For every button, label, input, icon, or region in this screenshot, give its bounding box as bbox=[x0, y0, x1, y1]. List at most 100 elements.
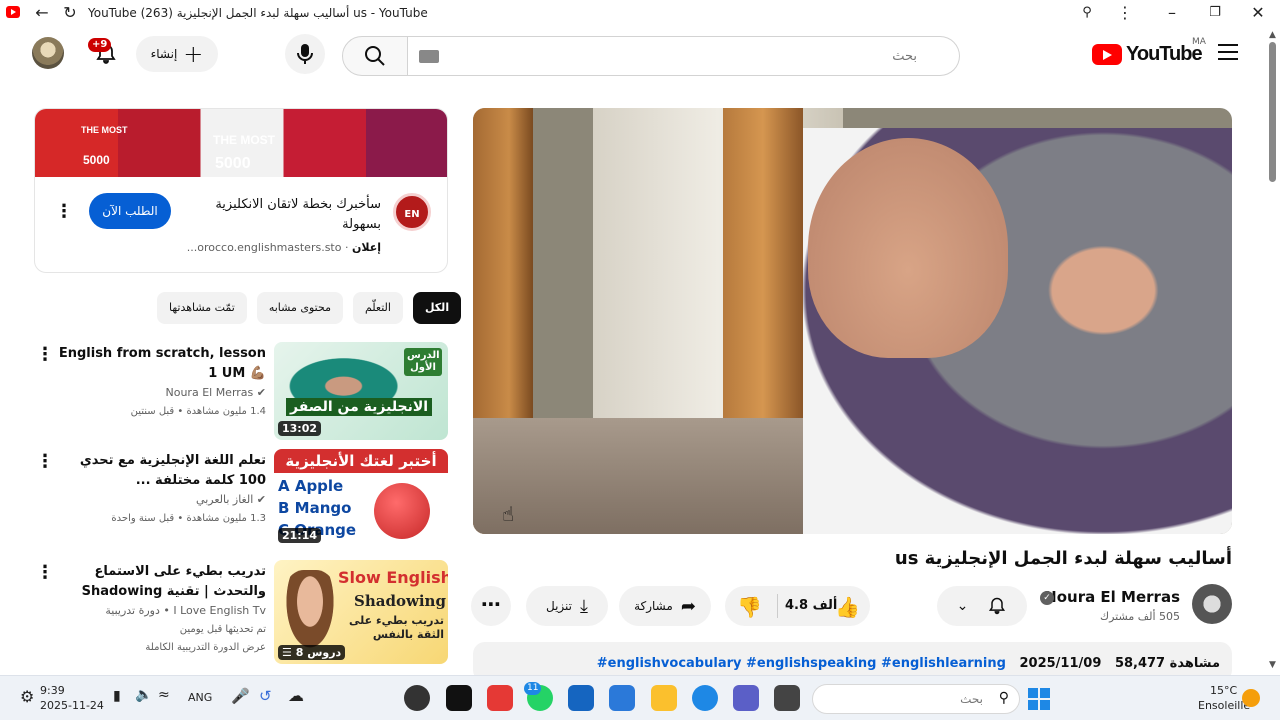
minimize-icon[interactable]: – bbox=[1162, 3, 1182, 23]
maximize-icon[interactable]: ❐ bbox=[1205, 3, 1225, 23]
microphone-icon[interactable]: 🎤 bbox=[231, 687, 250, 711]
create-button[interactable]: إنشاء + bbox=[136, 36, 218, 72]
more-options-icon[interactable]: ⋮ bbox=[36, 451, 54, 472]
windows-start-icon[interactable] bbox=[1028, 688, 1050, 710]
like-icon[interactable]: 👍 bbox=[835, 595, 860, 619]
recommendation-item[interactable]: أختبر لغتك الأنجليزية A Apple B Mango C … bbox=[34, 449, 448, 547]
teams-icon[interactable] bbox=[733, 685, 759, 711]
scroll-down-icon[interactable]: ▼ bbox=[1269, 660, 1276, 670]
back-icon[interactable]: ← bbox=[32, 3, 52, 23]
apple-image bbox=[374, 483, 430, 539]
recommendation-item[interactable]: الدرس الأول الانجليزية من الصفر 13:02 En… bbox=[34, 342, 448, 440]
thumbnail-text: Shadowing bbox=[354, 592, 446, 610]
app-icon-misc[interactable] bbox=[774, 685, 800, 711]
verified-check-icon: ✔ bbox=[256, 493, 266, 506]
keyboard-language[interactable]: ANG bbox=[188, 691, 212, 715]
verified-check-icon: ✓ bbox=[1040, 591, 1054, 605]
video-thumbnail[interactable]: الدرس الأول الانجليزية من الصفر 13:02 bbox=[274, 342, 448, 440]
clock-date[interactable]: 2025-11-24 bbox=[40, 699, 104, 723]
page-scrollbar[interactable]: ▲ ▼ bbox=[1266, 30, 1280, 675]
lesson-count-text: 8 دروس bbox=[295, 646, 342, 659]
ad-cta-button[interactable]: الطلب الآن bbox=[89, 193, 171, 229]
user-avatar[interactable] bbox=[32, 37, 64, 69]
video-duration: 13:02 bbox=[278, 421, 322, 436]
recommendation-item[interactable]: Slow English Shadowing تدريب بطيء على ال… bbox=[34, 560, 448, 664]
playlist-title[interactable]: تدريب بطيء على الاستماع والتحدث | تقنية … bbox=[54, 562, 266, 602]
taskbar-search-input[interactable] bbox=[833, 685, 983, 713]
channel-name[interactable]: I Love English Tv • دورة تدريبية bbox=[105, 604, 266, 617]
file-explorer-icon[interactable] bbox=[651, 685, 677, 711]
channel-name[interactable]: Noura El Merras ✔ bbox=[166, 386, 267, 399]
ad-more-icon[interactable]: ⋮ bbox=[55, 201, 73, 222]
video-title[interactable]: تعلم اللغة الإنجليزية مع تحدي 100 كلمة م… bbox=[54, 451, 266, 491]
search-box bbox=[407, 36, 960, 76]
taskbar-search[interactable]: ⚲ bbox=[812, 684, 1020, 714]
reload-icon[interactable]: ↻ bbox=[60, 3, 80, 23]
chip-watched[interactable]: تمّت مشاهدتها bbox=[157, 292, 247, 324]
video-duration: 21:14 bbox=[278, 528, 322, 543]
store-icon[interactable] bbox=[568, 685, 594, 711]
youtube-taskbar-icon[interactable] bbox=[487, 685, 513, 711]
sponsored-label: إعلان bbox=[351, 241, 381, 254]
plus-icon: + bbox=[183, 40, 204, 68]
ad-card[interactable]: THE MOST 5000 THE MOST 5000 EN سأخبرك بخ… bbox=[34, 108, 448, 273]
ad-banner-text: THE MOST bbox=[213, 133, 275, 147]
menu-icon[interactable] bbox=[1218, 44, 1238, 60]
volume-icon[interactable]: 🔈 bbox=[135, 687, 152, 711]
like-count[interactable]: 4.8 ألف bbox=[785, 598, 837, 613]
notifications-button[interactable]: +9 bbox=[88, 38, 124, 70]
tiktok-icon[interactable] bbox=[446, 685, 472, 711]
chip-all[interactable]: الكل bbox=[412, 292, 462, 324]
channel-avatar[interactable] bbox=[1192, 584, 1232, 624]
close-window-icon[interactable]: ✕ bbox=[1248, 3, 1268, 23]
thumbnail-text: تدريب بطيء على الثقة بالنفس bbox=[349, 614, 444, 641]
edge-icon[interactable] bbox=[692, 685, 718, 711]
youtube-logo[interactable]: YouTube bbox=[1092, 43, 1203, 66]
video-meta: 1.3 مليون مشاهدة • قبل سنة واحدة bbox=[111, 513, 266, 524]
browser-menu-icon[interactable]: ⋮ bbox=[1115, 3, 1135, 23]
hashtags[interactable]: #englishvocabulary #englishspeaking #eng… bbox=[597, 656, 1006, 671]
channel-name-text: الغاز بالعربي bbox=[196, 493, 254, 506]
video-title[interactable]: English from scratch, lesson 1 UM 💪🏽 bbox=[54, 344, 266, 384]
channel-name[interactable]: Noura El Merras bbox=[1044, 588, 1180, 606]
more-actions-button[interactable]: ⋯ bbox=[471, 586, 511, 626]
thumbnail-text: الانجليزية من الصفر bbox=[286, 398, 433, 416]
download-button[interactable]: تنزيل ⤓ bbox=[526, 586, 608, 626]
video-thumbnail[interactable]: أختبر لغتك الأنجليزية A Apple B Mango C … bbox=[274, 449, 448, 547]
video-meta: 1.4 مليون مشاهدة • قبل سنتين bbox=[130, 406, 266, 417]
settings-gear-icon[interactable]: ⚙ bbox=[20, 687, 34, 711]
video-player[interactable] bbox=[473, 108, 1232, 534]
subscription-button[interactable]: ⌄ bbox=[937, 586, 1027, 626]
ad-advertiser-logo[interactable]: EN bbox=[393, 193, 431, 231]
outlook-icon[interactable] bbox=[609, 685, 635, 711]
search-button[interactable] bbox=[342, 36, 408, 76]
scroll-thumb[interactable] bbox=[1269, 42, 1276, 182]
thumbnail-text: أختبر لغتك الأنجليزية bbox=[274, 449, 448, 473]
more-options-icon[interactable]: ⋮ bbox=[36, 562, 54, 583]
region-code: MA bbox=[1192, 37, 1206, 47]
ad-banner-text: THE MOST bbox=[81, 125, 128, 135]
ad-banner-image[interactable]: THE MOST 5000 THE MOST 5000 bbox=[35, 109, 447, 177]
chevron-down-icon: ⌄ bbox=[956, 598, 969, 614]
ad-title[interactable]: سأخبرك بخطة لاتقان الانكليزية بسهولة bbox=[201, 195, 381, 235]
more-options-icon[interactable]: ⋮ bbox=[36, 344, 54, 365]
channel-name[interactable]: الغاز بالعربي ✔ bbox=[196, 493, 266, 506]
battery-icon[interactable]: ▮ bbox=[113, 688, 121, 712]
sun-icon[interactable] bbox=[1242, 689, 1260, 707]
dislike-icon[interactable]: 👎 bbox=[737, 595, 762, 619]
browser-titlebar: ← ↻ YouTube (263) أساليب سهلة لبدء الجمل… bbox=[0, 0, 1280, 26]
chip-related[interactable]: محتوى مشابه bbox=[256, 292, 343, 324]
app-icon-game[interactable] bbox=[404, 685, 430, 711]
scroll-up-icon[interactable]: ▲ bbox=[1269, 30, 1276, 40]
share-button[interactable]: مشاركة ➦ bbox=[619, 586, 711, 626]
search-input[interactable] bbox=[447, 37, 917, 75]
playlist-thumbnail[interactable]: Slow English Shadowing تدريب بطيء على ال… bbox=[274, 560, 448, 664]
view-full-course-link[interactable]: عرض الدورة التدريبية الكاملة bbox=[145, 642, 266, 653]
refresh-sync-icon[interactable]: ↺ bbox=[259, 687, 272, 711]
zoom-icon[interactable]: ⚲ bbox=[1077, 3, 1097, 23]
chip-learning[interactable]: التعلّم bbox=[352, 292, 403, 324]
keyboard-icon[interactable] bbox=[419, 50, 439, 63]
cloud-icon[interactable]: ☁ bbox=[288, 686, 304, 710]
voice-search-button[interactable] bbox=[285, 34, 325, 74]
wifi-icon[interactable]: ≈ bbox=[158, 687, 170, 711]
